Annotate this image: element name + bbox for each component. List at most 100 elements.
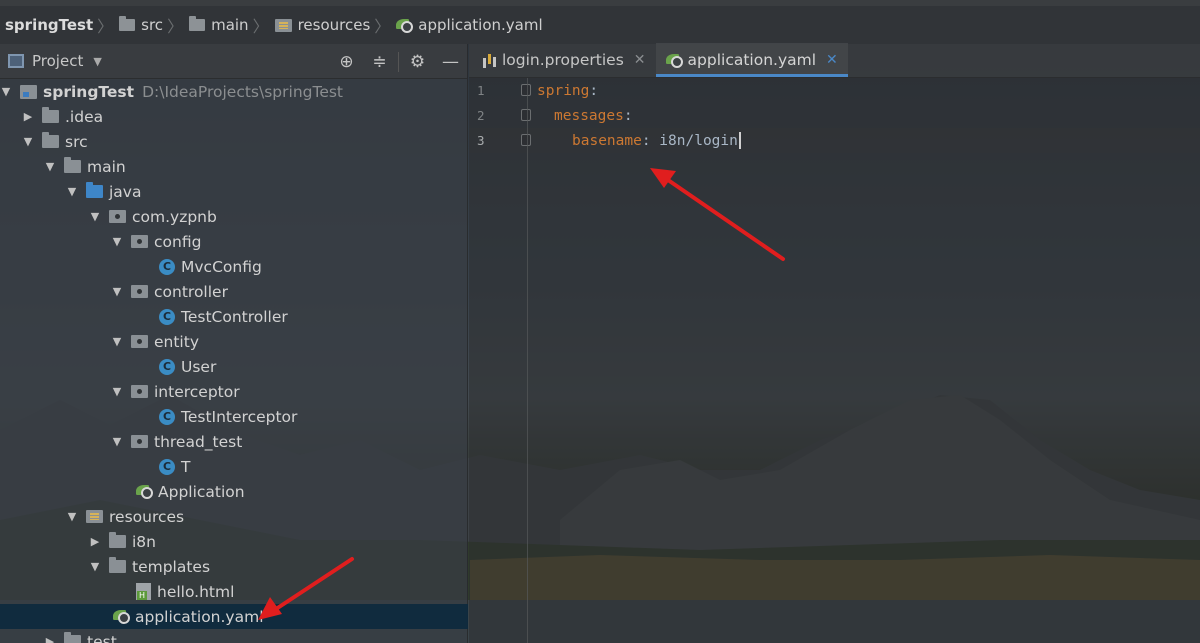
gear-icon[interactable]: ⚙ bbox=[401, 52, 434, 72]
tab-login-properties[interactable]: login.properties ✕ bbox=[479, 43, 656, 77]
tree-node-controller[interactable]: ▼ controller bbox=[0, 279, 468, 304]
fold-marker-icon[interactable] bbox=[521, 134, 531, 146]
tree-node-label: src bbox=[65, 132, 88, 151]
expanded-arrow-icon[interactable]: ▼ bbox=[89, 560, 101, 573]
tree-node-label: i8n bbox=[132, 532, 156, 551]
collapsed-arrow-icon[interactable]: ▶ bbox=[22, 110, 34, 123]
expanded-arrow-icon[interactable]: ▼ bbox=[111, 435, 123, 448]
folder-icon bbox=[64, 157, 81, 173]
expanded-arrow-icon[interactable]: ▼ bbox=[111, 385, 123, 398]
breadcrumb-file-label: application.yaml bbox=[418, 16, 543, 34]
breadcrumb-resources-label: resources bbox=[297, 16, 371, 34]
expanded-arrow-icon[interactable]: ▼ bbox=[111, 335, 123, 348]
class-icon: C bbox=[159, 308, 175, 325]
tree-node-thread-test[interactable]: ▼ thread_test bbox=[0, 429, 468, 454]
fold-marker-icon[interactable] bbox=[521, 109, 531, 121]
breadcrumb-resources[interactable]: resources 〉 bbox=[274, 6, 397, 44]
package-icon bbox=[131, 285, 148, 298]
class-icon: C bbox=[159, 408, 175, 425]
tree-node-templates[interactable]: ▼ templates bbox=[0, 554, 468, 579]
tree-node-label: thread_test bbox=[154, 432, 243, 451]
yaml-colon: : bbox=[623, 107, 633, 124]
tree-node-package[interactable]: ▼ com.yzpnb bbox=[0, 204, 468, 229]
tree-node-config[interactable]: ▼ config bbox=[0, 229, 468, 254]
expanded-arrow-icon[interactable]: ▼ bbox=[0, 85, 12, 98]
breadcrumb-main[interactable]: main 〉 bbox=[189, 6, 275, 44]
tree-node-label: application.yaml bbox=[135, 607, 264, 626]
editor-tab-bar: login.properties ✕ application.yaml ✕ bbox=[469, 43, 1200, 78]
tree-node-entity[interactable]: ▼ entity bbox=[0, 329, 468, 354]
resources-folder-icon bbox=[86, 510, 103, 523]
package-icon bbox=[131, 335, 148, 348]
yaml-key: basename bbox=[572, 132, 642, 149]
class-icon: C bbox=[159, 458, 175, 475]
tree-node-i18n[interactable]: ▶ i8n bbox=[0, 529, 468, 554]
close-icon[interactable]: ✕ bbox=[826, 52, 838, 68]
tree-node-t[interactable]: C T bbox=[0, 454, 468, 479]
tree-node-label: MvcConfig bbox=[181, 257, 262, 276]
collapsed-arrow-icon[interactable]: ▶ bbox=[89, 535, 101, 548]
expanded-arrow-icon[interactable]: ▼ bbox=[111, 235, 123, 248]
tree-node-mvcconfig[interactable]: C MvcConfig bbox=[0, 254, 468, 279]
expanded-arrow-icon[interactable]: ▼ bbox=[66, 185, 78, 198]
tree-node-testcontroller[interactable]: C TestController bbox=[0, 304, 468, 329]
tree-node-java[interactable]: ▼ java bbox=[0, 179, 468, 204]
breadcrumb-main-label: main bbox=[211, 16, 249, 34]
code-line-3[interactable]: basename: i8n/login bbox=[469, 128, 1200, 153]
tree-node-main[interactable]: ▼ main bbox=[0, 154, 468, 179]
tree-node-hello-html[interactable]: hello.html bbox=[0, 579, 468, 604]
tree-node-label: resources bbox=[109, 507, 185, 526]
chevron-right-icon: 〉 bbox=[374, 17, 391, 36]
tree-node-application-yaml[interactable]: application.yaml bbox=[0, 604, 468, 629]
code-editor[interactable]: spring: messages: basename: i8n/login 1 … bbox=[469, 78, 1200, 643]
text-caret bbox=[738, 132, 741, 149]
breadcrumb-project-label: springTest bbox=[5, 16, 94, 34]
tab-application-yaml[interactable]: application.yaml ✕ bbox=[655, 43, 849, 77]
breadcrumb-file[interactable]: application.yaml bbox=[396, 6, 543, 44]
tree-node-label: User bbox=[181, 357, 217, 376]
tree-node-user[interactable]: C User bbox=[0, 354, 468, 379]
properties-file-icon bbox=[481, 52, 496, 69]
yaml-key: messages bbox=[554, 107, 624, 124]
spring-config-icon bbox=[665, 53, 683, 68]
tree-node-springtest[interactable]: ▼ springTest D:\IdeaProjects\springTest bbox=[0, 79, 468, 104]
code-line-1[interactable]: spring: bbox=[469, 78, 1200, 103]
package-icon bbox=[109, 210, 126, 223]
source-folder-icon bbox=[86, 182, 103, 198]
tree-node-label: TestController bbox=[181, 307, 288, 326]
yaml-colon: : bbox=[589, 82, 599, 99]
project-view-selector[interactable]: Project bbox=[32, 52, 83, 70]
collapse-all-icon[interactable]: ≑ bbox=[363, 52, 396, 72]
code-line-2[interactable]: messages: bbox=[469, 103, 1200, 128]
tree-node-src[interactable]: ▼ src bbox=[0, 129, 468, 154]
tree-node-test[interactable]: ▶ test bbox=[0, 629, 468, 643]
tree-node-interceptor[interactable]: ▼ interceptor bbox=[0, 379, 468, 404]
project-panel-header: Project ▼ ⊕ ≑ ⚙ — bbox=[0, 44, 467, 79]
tree-node-label: TestInterceptor bbox=[181, 407, 298, 426]
spring-config-icon bbox=[113, 609, 130, 624]
expanded-arrow-icon[interactable]: ▼ bbox=[89, 210, 101, 223]
line-number: 1 bbox=[477, 83, 485, 98]
tree-node-resources[interactable]: ▼ resources bbox=[0, 504, 468, 529]
tree-node-application[interactable]: Application bbox=[0, 479, 468, 504]
chevron-right-icon: 〉 bbox=[167, 17, 184, 36]
expanded-arrow-icon[interactable]: ▼ bbox=[44, 160, 56, 173]
breadcrumb-project[interactable]: springTest 〉 bbox=[5, 6, 119, 44]
expanded-arrow-icon[interactable]: ▼ bbox=[66, 510, 78, 523]
expanded-arrow-icon[interactable]: ▼ bbox=[22, 135, 34, 148]
class-icon: C bbox=[159, 358, 175, 375]
chevron-down-icon[interactable]: ▼ bbox=[93, 55, 101, 68]
spring-boot-class-icon bbox=[136, 484, 153, 499]
folder-icon bbox=[189, 16, 206, 31]
expanded-arrow-icon[interactable]: ▼ bbox=[111, 285, 123, 298]
minimize-icon[interactable]: — bbox=[434, 52, 467, 72]
crosshair-icon[interactable]: ⊕ bbox=[330, 52, 363, 72]
tree-node-idea[interactable]: ▶ .idea bbox=[0, 104, 468, 129]
close-icon[interactable]: ✕ bbox=[634, 52, 646, 68]
tree-node-label: T bbox=[181, 457, 191, 476]
chevron-right-icon: 〉 bbox=[252, 17, 269, 36]
breadcrumb-src[interactable]: src 〉 bbox=[119, 6, 189, 44]
fold-marker-icon[interactable] bbox=[521, 84, 531, 96]
collapsed-arrow-icon[interactable]: ▶ bbox=[44, 635, 56, 643]
tree-node-testinterceptor[interactable]: C TestInterceptor bbox=[0, 404, 468, 429]
